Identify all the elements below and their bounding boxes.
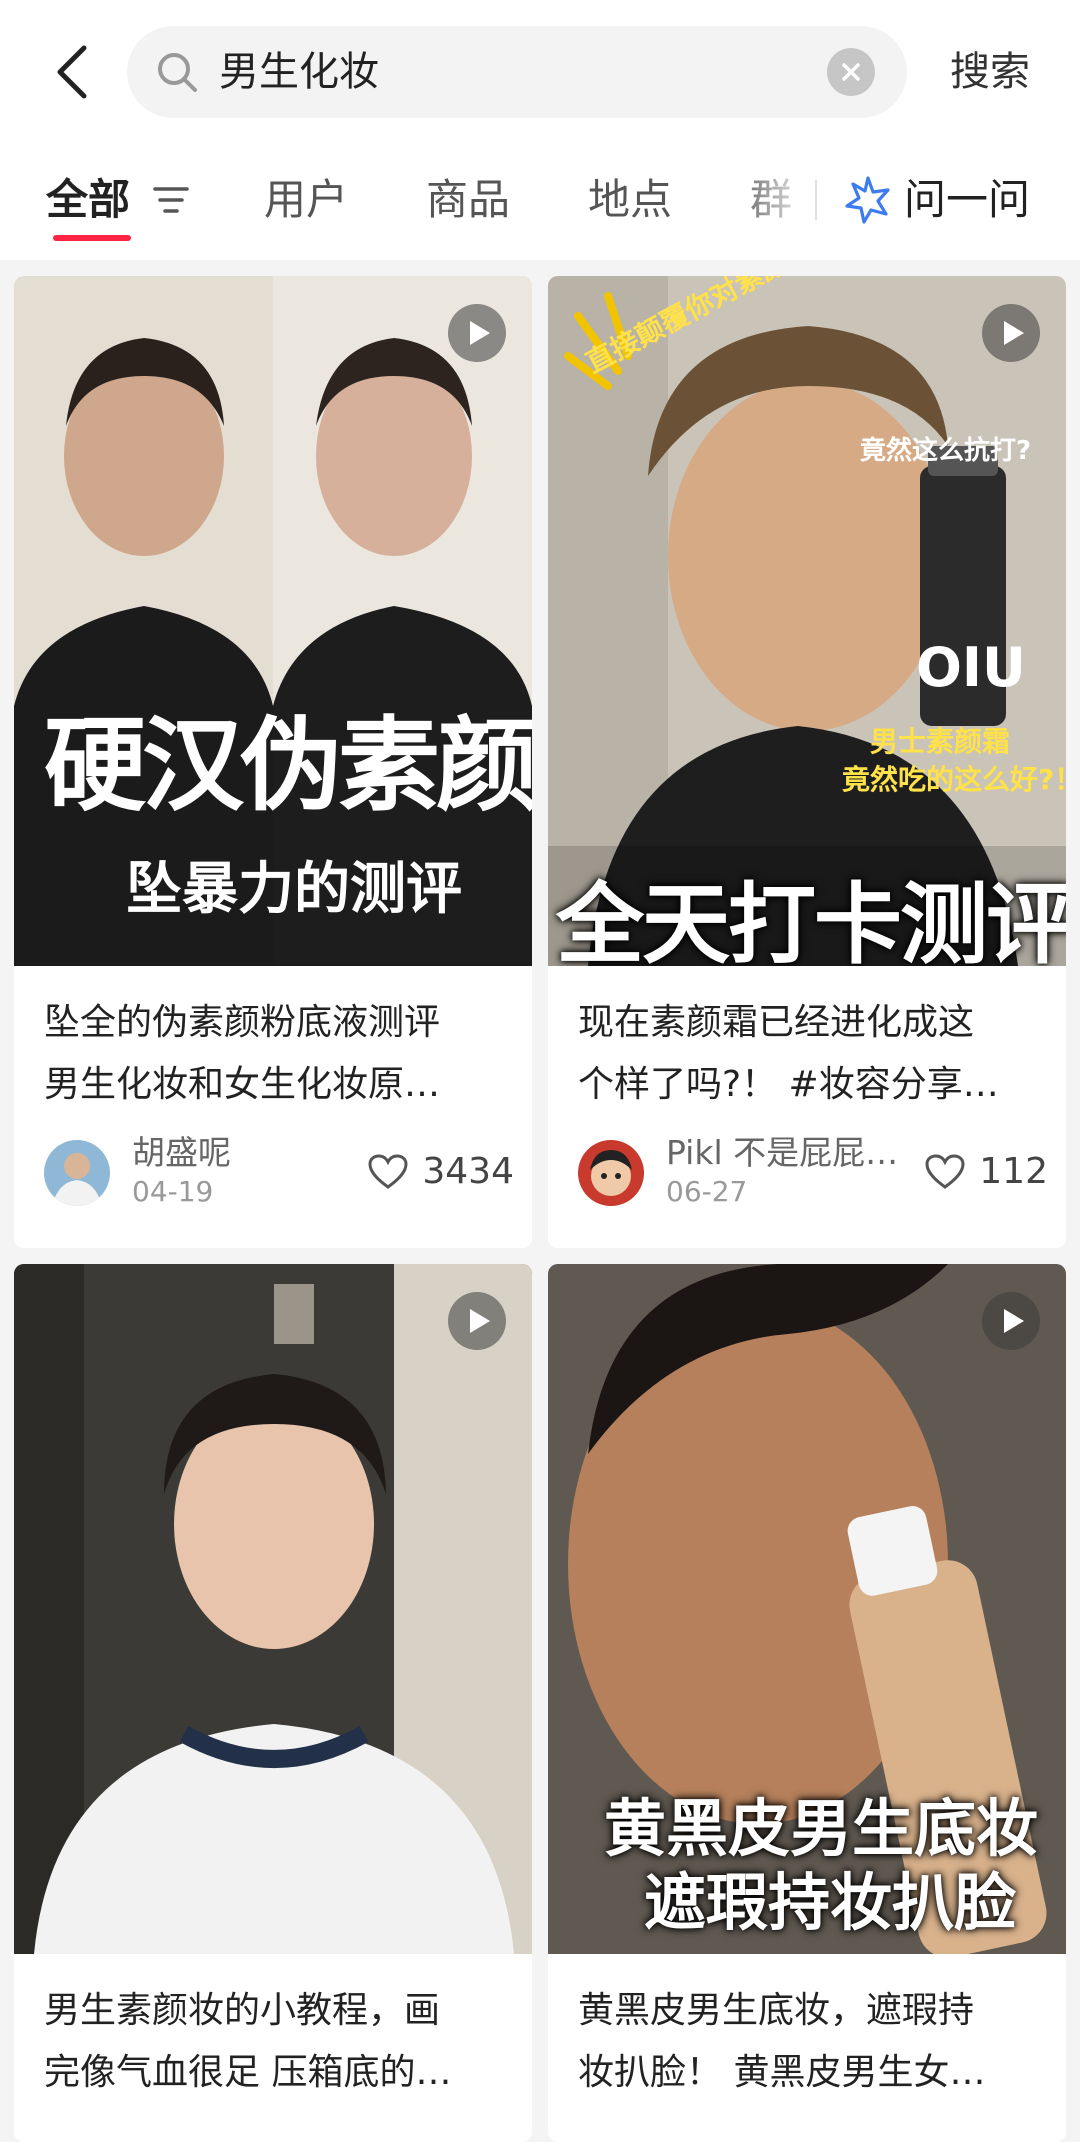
- filter-tabs: 全部 用户 商品 地点 群 问一问: [0, 160, 1080, 250]
- video-badge: [448, 304, 506, 362]
- avatar[interactable]: [578, 1140, 644, 1206]
- like-count[interactable]: 112: [925, 1150, 1048, 1194]
- tab-places[interactable]: 地点: [588, 172, 672, 228]
- active-tab-indicator: [53, 235, 131, 241]
- like-count[interactable]: 3434: [368, 1150, 514, 1194]
- post-meta: Pikl 不是屁屁… 06-27 112: [578, 1132, 1048, 1212]
- post-title[interactable]: 男生素颜妆的小教程，画 完像气血很足 压箱底的…: [44, 1980, 514, 2104]
- tab-all[interactable]: 全部: [46, 172, 130, 228]
- post-title[interactable]: 现在素颜霜已经进化成这 个样了吗?！ #妆容分享…: [578, 992, 1048, 1116]
- video-badge: [982, 304, 1040, 362]
- post-date: 06-27: [666, 1175, 748, 1208]
- heart-icon: [925, 1154, 965, 1189]
- video-badge: [448, 1292, 506, 1350]
- cover-caption-3: 竟然吃的这么好?！: [842, 763, 1066, 796]
- post-date: 04-19: [132, 1175, 214, 1208]
- author-name[interactable]: Pikl 不是屁屁…: [666, 1132, 896, 1174]
- post-cover-image[interactable]: 硬汉伪素颜 坠暴力的测评: [14, 276, 532, 966]
- cover-subtitle: 坠暴力的测评: [126, 857, 462, 922]
- top-bar: 男生化妆 搜索 全部 用户 商品 地点 群 问一问: [0, 0, 1080, 260]
- search-button[interactable]: 搜索: [950, 36, 1030, 108]
- post-card[interactable]: 硬汉伪素颜 坠暴力的测评 坠全的伪素颜粉底液测评 男生化妆和女生化妆原… 胡盛呢…: [14, 276, 532, 1248]
- search-bar[interactable]: 男生化妆: [127, 26, 907, 118]
- post-title[interactable]: 坠全的伪素颜粉底液测评 男生化妆和女生化妆原…: [44, 992, 514, 1116]
- product-label: OIU: [916, 636, 1026, 699]
- ask-ai-icon[interactable]: [842, 174, 894, 226]
- post-cover-image[interactable]: 黄黑皮男生底妆 遮瑕持妆扒脸: [548, 1264, 1066, 1954]
- search-icon: [158, 53, 197, 92]
- post-cover-image[interactable]: 直接颠覆你对素颜霜的认知！ 竟然这么抗打? OIU 男士素颜霜 竟然吃的这么好?…: [548, 276, 1066, 966]
- cover-title: 全天打卡测评: [556, 873, 1066, 966]
- filter-icon[interactable]: [151, 182, 191, 218]
- cover-title: 硬汉伪素颜: [44, 707, 532, 826]
- video-badge: [982, 1292, 1040, 1350]
- play-icon: [470, 321, 490, 345]
- post-card[interactable]: 黄黑皮男生底妆 遮瑕持妆扒脸 黄黑皮男生底妆，遮瑕持 妆扒脸！ 黄黑皮男生女…: [548, 1264, 1066, 2142]
- close-icon: [842, 63, 860, 81]
- ask-ai-button[interactable]: 问一问: [904, 172, 1030, 228]
- post-card[interactable]: 男生素颜妆的小教程，画 完像气血很足 压箱底的…: [14, 1264, 532, 2142]
- post-card[interactable]: 直接颠覆你对素颜霜的认知！ 竟然这么抗打? OIU 男士素颜霜 竟然吃的这么好?…: [548, 276, 1066, 1248]
- tab-products[interactable]: 商品: [426, 172, 510, 228]
- post-cover-image[interactable]: [14, 1264, 532, 1954]
- play-icon: [470, 1309, 490, 1333]
- search-input[interactable]: 男生化妆: [219, 26, 379, 118]
- play-icon: [1004, 1309, 1024, 1333]
- play-icon: [1004, 321, 1024, 345]
- clear-search-button[interactable]: [827, 48, 875, 96]
- cover-subtitle: 遮瑕持妆扒脸: [644, 1866, 1017, 1939]
- chevron-left-icon: [57, 45, 87, 99]
- avatar[interactable]: [44, 1140, 110, 1206]
- heart-icon: [368, 1154, 408, 1189]
- post-meta: 胡盛呢 04-19 3434: [44, 1132, 514, 1212]
- tab-users[interactable]: 用户: [264, 172, 348, 228]
- cover-caption-2: 男士素颜霜: [870, 725, 1011, 758]
- post-title[interactable]: 黄黑皮男生底妆，遮瑕持 妆扒脸！ 黄黑皮男生女…: [578, 1980, 1048, 2104]
- tabs-divider: [815, 180, 817, 220]
- author-name[interactable]: 胡盛呢: [132, 1132, 362, 1174]
- back-button[interactable]: [44, 36, 104, 108]
- cover-caption: 竟然这么抗打?: [860, 436, 1032, 466]
